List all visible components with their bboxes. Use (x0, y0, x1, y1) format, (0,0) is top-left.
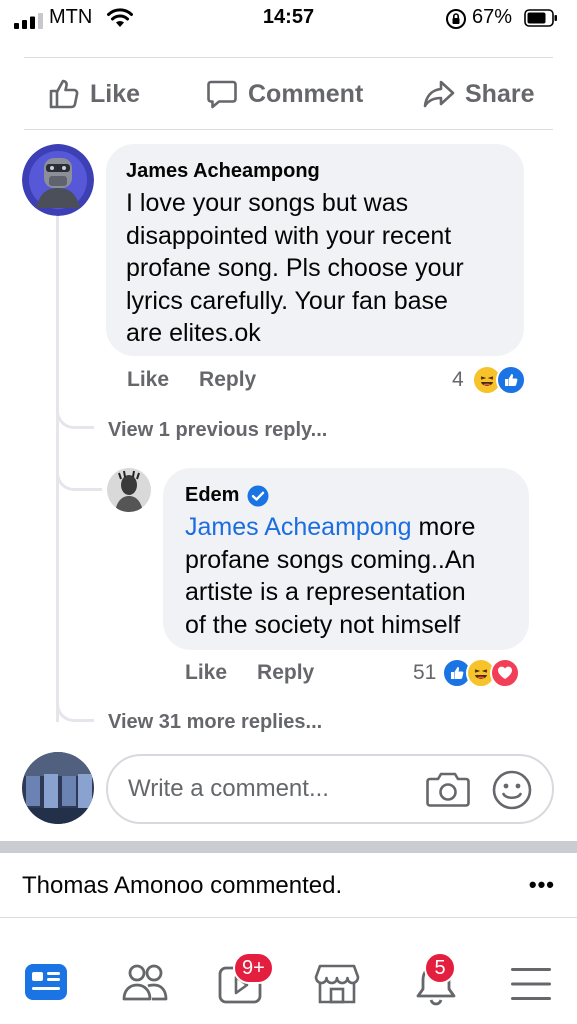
comment-button-label: Comment (248, 79, 364, 108)
menu-tab[interactable] (510, 966, 552, 1007)
reply-line: profane songs coming..An (185, 545, 476, 574)
comment-bubble[interactable]: James Acheampong I love your songs but w… (106, 144, 524, 356)
reply-line: James Acheampong more (185, 511, 507, 544)
thread-connector (56, 395, 94, 429)
comment-line: disappointed with your recent (126, 221, 452, 250)
activity-text[interactable]: Thomas Amonoo commented. (22, 872, 342, 900)
comment-button[interactable]: Comment (206, 78, 363, 110)
camera-icon[interactable] (426, 770, 470, 808)
battery-percent: 67% (472, 6, 513, 28)
like-button-label: Like (90, 79, 141, 108)
watch-badge: 9+ (233, 952, 274, 984)
comment-author-name: James Acheampong (126, 160, 320, 182)
like-button[interactable]: Like (48, 78, 140, 110)
battery-icon (524, 9, 557, 27)
reply-author[interactable]: Edem (185, 484, 507, 507)
reaction-summary[interactable]: 4 (452, 365, 526, 395)
thread-connector (56, 690, 94, 722)
news-feed-tab[interactable] (24, 962, 68, 1007)
share-button[interactable]: Share (423, 78, 534, 110)
post-actions: Like Comment Share (0, 60, 577, 130)
avatar[interactable] (22, 144, 94, 216)
comment-line: I love your songs but was (126, 189, 409, 217)
reply-reply-button[interactable]: Reply (257, 661, 314, 685)
reply-bubble[interactable]: Edem James Acheampong more profane songs… (163, 468, 529, 650)
comment-line: profane song. Pls choose your (126, 254, 464, 282)
reaction-count: 4 (452, 368, 464, 391)
thumbs-up-icon (49, 79, 79, 109)
marketplace-icon (314, 964, 360, 1004)
share-button-label: Share (465, 79, 535, 108)
love-icon (490, 658, 521, 688)
reaction-summary[interactable]: 51 (413, 658, 521, 688)
divider (0, 917, 577, 918)
verified-badge-icon (247, 485, 269, 506)
comment-like-button[interactable]: Like (127, 368, 169, 392)
reply-line-rest: more (411, 513, 476, 541)
friends-tab[interactable] (122, 962, 168, 1007)
divider (24, 129, 553, 130)
section-separator (0, 841, 577, 853)
more-options-icon[interactable]: ••• (529, 872, 555, 898)
emoji-icon[interactable] (492, 770, 532, 810)
comment-reply-button[interactable]: Reply (199, 368, 256, 392)
comment-text: I love your songs but was disappointed w… (126, 187, 504, 350)
mention-link[interactable]: James Acheampong (185, 513, 412, 541)
reply-text: James Acheampong more profane songs comi… (185, 511, 507, 641)
reply-line: artiste is a representation (185, 578, 466, 606)
news-feed-icon (25, 964, 67, 1000)
comment-input-placeholder[interactable]: Write a comment... (128, 775, 329, 803)
avatar[interactable] (107, 468, 151, 512)
view-previous-replies[interactable]: View 1 previous reply... (108, 419, 327, 442)
orientation-lock-icon (446, 9, 466, 29)
bottom-tab-bar: 9+ 5 (0, 940, 577, 1024)
avatar[interactable] (22, 752, 94, 824)
reply-author-name: Edem (185, 484, 240, 506)
share-arrow-icon (423, 80, 455, 108)
divider (24, 57, 553, 58)
marketplace-tab[interactable] (314, 962, 360, 1009)
status-bar: MTN 14:57 67% (0, 0, 577, 38)
comment-icon (207, 80, 237, 109)
menu-icon (511, 968, 551, 1000)
comment-meta: Like Reply (127, 368, 256, 392)
notifications-badge: 5 (424, 952, 456, 984)
like-icon (495, 365, 526, 395)
comment-line: lyrics carefully. Your fan base (126, 286, 448, 315)
friends-icon (122, 964, 168, 1001)
comment-author[interactable]: James Acheampong (126, 160, 504, 183)
reply-meta: Like Reply (185, 661, 314, 685)
comment-line: are elites.ok (126, 319, 261, 347)
comment-composer[interactable]: Write a comment... (106, 754, 554, 824)
reply-line: of the society not himself (185, 610, 461, 639)
reaction-count: 51 (413, 661, 437, 684)
reply-like-button[interactable]: Like (185, 661, 227, 685)
thread-connector (56, 455, 102, 491)
view-more-replies[interactable]: View 31 more replies... (108, 711, 322, 734)
